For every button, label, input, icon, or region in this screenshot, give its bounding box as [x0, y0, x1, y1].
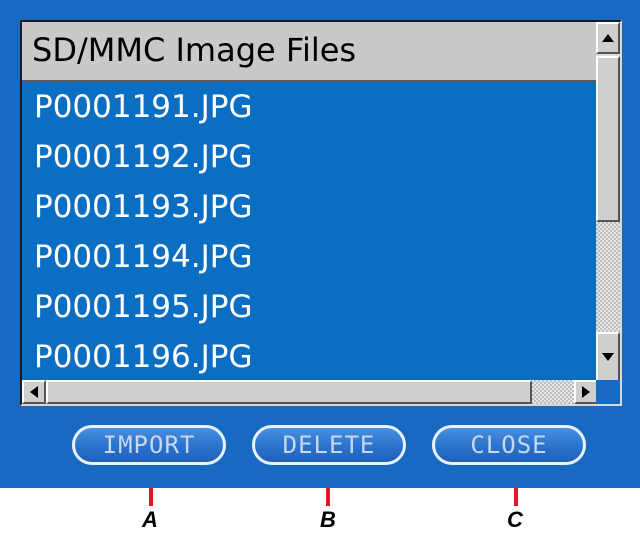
arrow-down-icon — [602, 353, 614, 361]
horizontal-scroll-track[interactable] — [532, 380, 574, 404]
arrow-left-icon — [30, 386, 38, 398]
callout-label-b: B — [320, 507, 336, 532]
file-list[interactable]: P0001191.JPG P0001192.JPG P0001193.JPG P… — [22, 82, 598, 382]
vertical-scroll-thumb[interactable] — [596, 56, 620, 222]
callout-line-c — [514, 488, 518, 506]
list-title: SD/MMC Image Files — [32, 31, 357, 69]
callout-label-c: C — [507, 507, 523, 532]
list-item[interactable]: P0001191.JPG — [22, 82, 598, 132]
callout-line-b — [326, 488, 330, 506]
scroll-down-button[interactable] — [596, 332, 620, 382]
scroll-left-button[interactable] — [22, 380, 46, 404]
list-item[interactable]: P0001194.JPG — [22, 232, 598, 282]
scrollbar-corner — [596, 380, 620, 404]
list-item[interactable]: P0001195.JPG — [22, 282, 598, 332]
list-header: SD/MMC Image Files — [22, 22, 598, 82]
vertical-scrollbar[interactable] — [596, 22, 620, 382]
close-button[interactable]: CLOSE — [432, 425, 586, 465]
arrow-right-icon — [582, 386, 590, 398]
vertical-scroll-track[interactable] — [596, 222, 620, 332]
list-item[interactable]: P0001192.JPG — [22, 132, 598, 182]
list-item[interactable]: P0001193.JPG — [22, 182, 598, 232]
arrow-up-icon — [602, 34, 614, 42]
horizontal-scroll-thumb[interactable] — [46, 380, 532, 404]
callout-line-a — [149, 488, 153, 506]
import-button[interactable]: IMPORT — [72, 425, 226, 465]
scroll-right-button[interactable] — [574, 380, 598, 404]
delete-button[interactable]: DELETE — [252, 425, 406, 465]
callout-label-a: A — [142, 507, 158, 532]
file-listbox[interactable]: SD/MMC Image Files P0001191.JPG P0001192… — [20, 20, 622, 406]
list-item[interactable]: P0001196.JPG — [22, 332, 598, 382]
image-files-dialog: SD/MMC Image Files P0001191.JPG P0001192… — [0, 0, 640, 488]
scroll-up-button[interactable] — [596, 22, 620, 54]
horizontal-scrollbar[interactable] — [22, 380, 598, 404]
